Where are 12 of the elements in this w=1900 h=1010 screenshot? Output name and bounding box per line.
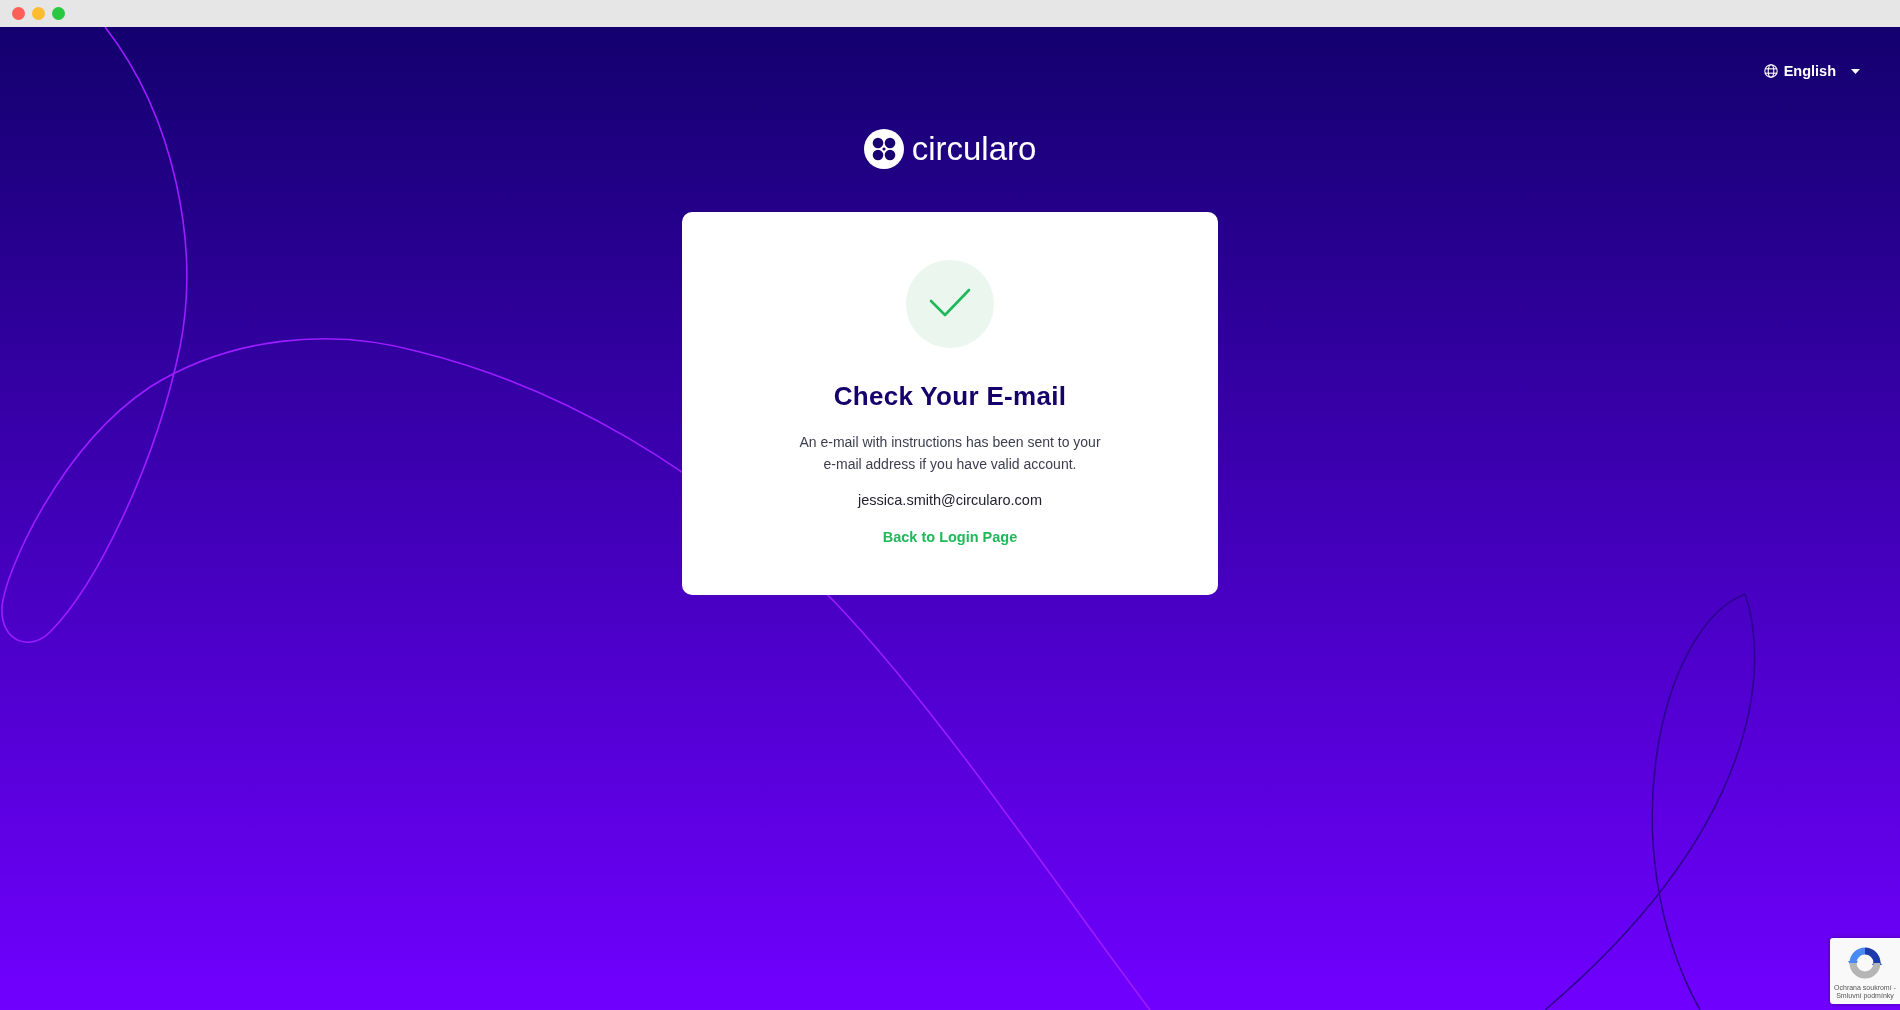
logo-icon [863, 129, 904, 169]
window-minimize-button[interactable] [32, 7, 45, 20]
language-selector[interactable]: English [1763, 61, 1860, 81]
logo-wordmark: circularo [911, 129, 1037, 169]
check-circle-icon [906, 260, 994, 348]
caret-icon [1851, 68, 1860, 74]
card-title: Check Your E-mail [833, 380, 1067, 412]
email-address: jessica.smith@circularo.com [858, 491, 1042, 510]
globe-icon [1763, 64, 1778, 78]
window-zoom-button[interactable] [52, 7, 65, 20]
instructions-message: An e-mail with instructions has been sent to your e-mail address if you have valid account. [798, 433, 1102, 474]
window-close-button[interactable] [12, 7, 25, 20]
